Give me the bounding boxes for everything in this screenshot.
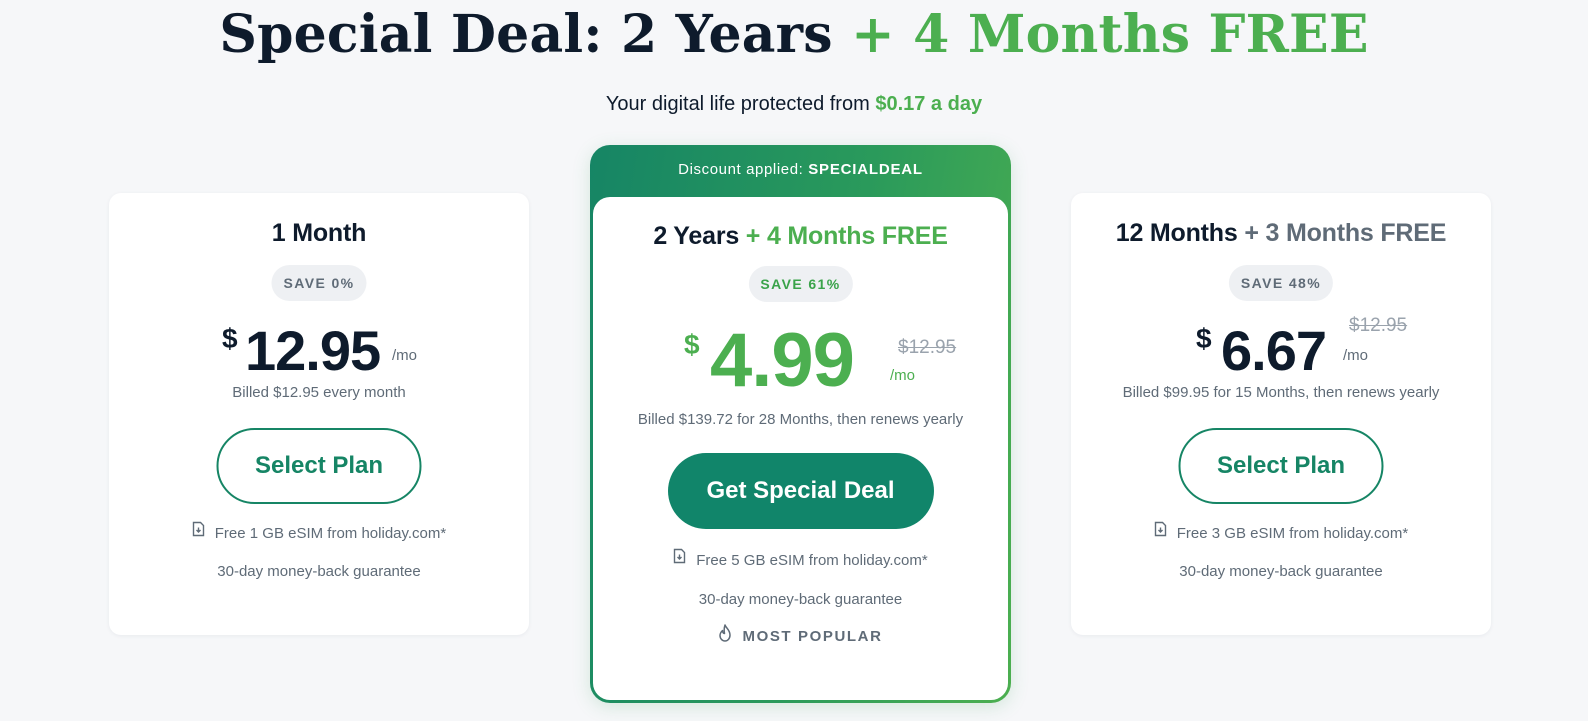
subtitle-daily-price: $0.17 a day — [875, 93, 983, 115]
price-amount: 6.67 — [1221, 319, 1327, 382]
plan-title-main: 2 Years — [653, 222, 740, 250]
select-plan-button[interactable]: Select Plan — [216, 428, 422, 504]
plan-card-12-months: 12 Months + 3 Months FREE SAVE 48% $ 6.6… — [1071, 193, 1491, 635]
billing-note: Billed $12.95 every month — [232, 384, 406, 401]
subtitle-prefix: Your digital life protected from — [605, 93, 870, 115]
plan-title: 1 Month — [271, 219, 367, 247]
save-badge: SAVE 61% — [748, 266, 853, 302]
billing-note: Billed $99.95 for 15 Months, then renews… — [1122, 384, 1440, 401]
discount-banner-prefix: Discount applied: — [678, 161, 804, 178]
esim-perk: Free 3 GB eSIM from holiday.com* — [1071, 521, 1491, 545]
page-title: Special Deal: 2 Years + 4 Months FREE — [0, 2, 1588, 68]
price-amount: 12.95 — [245, 319, 381, 382]
price-row: $ 4.99 $12.95 /mo — [593, 319, 1008, 405]
plan-title: 12 Months + 3 Months FREE — [1071, 219, 1491, 248]
page-title-accent: + 4 Months FREE — [851, 4, 1369, 65]
page-title-main: Special Deal: 2 Years — [219, 4, 833, 65]
plan-card-2-years-featured: Discount applied: SPECIALDEAL 2 Years + … — [590, 145, 1011, 703]
select-plan-button[interactable]: Select Plan — [1178, 428, 1384, 504]
original-price: $12.95 — [898, 337, 957, 358]
esim-perk-label: Free 1 GB eSIM from holiday.com* — [214, 525, 447, 542]
money-back-guarantee: 30-day money-back guarantee — [698, 591, 903, 608]
money-back-guarantee: 30-day money-back guarantee — [1179, 563, 1383, 580]
esim-card-icon — [1154, 521, 1167, 544]
esim-perk: Free 1 GB eSIM from holiday.com* — [109, 521, 529, 545]
money-back-guarantee: 30-day money-back guarantee — [217, 563, 421, 580]
esim-perk-label: Free 3 GB eSIM from holiday.com* — [1176, 525, 1409, 542]
plan-title-main: 12 Months — [1115, 219, 1238, 247]
save-badge: SAVE 48% — [1228, 265, 1334, 301]
price-per-month: /mo — [392, 347, 418, 364]
fire-icon — [718, 624, 732, 646]
discount-banner: Discount applied: SPECIALDEAL — [590, 145, 1011, 195]
plan-card-1-month: 1 Month SAVE 0% $ 12.95 /mo Billed $12.9… — [109, 193, 529, 635]
plan-title: 2 Years + 4 Months FREE — [593, 222, 1008, 251]
esim-card-icon — [192, 521, 205, 544]
most-popular-label: MOST POPULAR — [593, 624, 1008, 646]
price-row: $ 6.67 $12.95 /mo — [1071, 315, 1491, 389]
original-price: $12.95 — [1349, 315, 1408, 336]
price-per-month: /mo — [1343, 347, 1369, 364]
price-currency: $ — [1196, 323, 1212, 354]
price-per-month: /mo — [890, 367, 916, 384]
discount-code: SPECIALDEAL — [808, 161, 923, 178]
price-amount: 4.99 — [710, 318, 855, 403]
plan-title-bonus: + 3 Months FREE — [1244, 219, 1447, 247]
save-badge: SAVE 0% — [271, 265, 367, 301]
plan-title-bonus: + 4 Months FREE — [745, 222, 948, 250]
get-special-deal-button[interactable]: Get Special Deal — [667, 453, 934, 529]
featured-card-body: 2 Years + 4 Months FREE SAVE 61% $ 4.99 … — [593, 197, 1008, 700]
price-currency: $ — [684, 329, 700, 360]
most-popular-text: MOST POPULAR — [742, 628, 883, 645]
price-row: $ 12.95 /mo — [109, 319, 529, 389]
billing-note: Billed $139.72 for 28 Months, then renew… — [637, 411, 964, 428]
esim-perk: Free 5 GB eSIM from holiday.com* — [593, 548, 1008, 572]
esim-perk-label: Free 5 GB eSIM from holiday.com* — [696, 552, 928, 569]
price-currency: $ — [222, 323, 238, 354]
page-subtitle: Your digital life protected from $0.17 a… — [0, 90, 1588, 118]
esim-card-icon — [673, 548, 686, 571]
